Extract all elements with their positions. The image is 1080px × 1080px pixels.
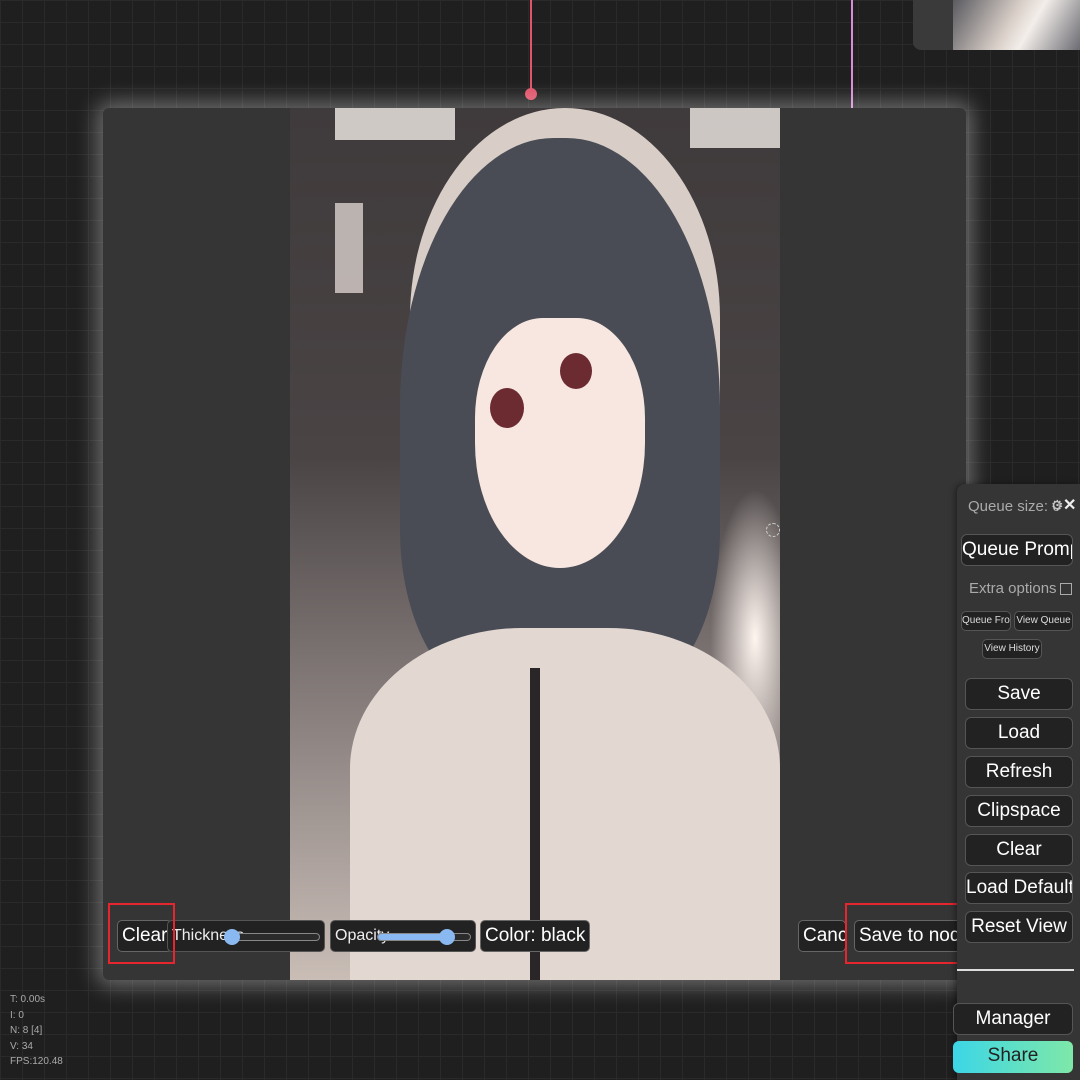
node-preview-thumbnail [913, 0, 1080, 50]
stat-nodes: N: 8 [4] [10, 1025, 43, 1036]
queue-front-button[interactable]: Queue Front [961, 611, 1011, 631]
stat-time: T: 0.00s [10, 994, 46, 1005]
cancel-button[interactable]: Cancel [798, 920, 846, 952]
graph-link-red [530, 0, 532, 96]
share-button[interactable]: Share [953, 1041, 1073, 1073]
render-stats: T: 0.00s I: 0 N: 8 [4] V: 34 FPS:120.48 [10, 992, 63, 1070]
opacity-slider-fill [378, 934, 447, 940]
brush-cursor [766, 523, 780, 537]
opacity-slider-thumb[interactable] [439, 929, 455, 945]
extra-options-label: Extra options [969, 580, 1057, 597]
clipspace-button[interactable]: Clipspace [965, 795, 1073, 827]
mask-canvas-image[interactable] [290, 108, 780, 980]
refresh-button[interactable]: Refresh [965, 756, 1073, 788]
graph-link-pink [851, 0, 853, 108]
extra-options-checkbox[interactable] [1059, 583, 1072, 596]
stat-i: I: 0 [10, 1009, 24, 1021]
extra-options-toggle[interactable]: Extra options [969, 580, 1072, 597]
clear-graph-button[interactable]: Clear [965, 834, 1073, 866]
gear-icon[interactable]: ⚙ [1051, 497, 1064, 514]
color-button[interactable]: Color: black [480, 920, 591, 952]
mask-editor-dialog: Clear Thickness Opacity Color: black Can… [103, 108, 966, 980]
panel-divider [957, 969, 1074, 971]
load-default-button[interactable]: Load Default [965, 872, 1073, 904]
load-button[interactable]: Load [965, 717, 1073, 749]
manager-button[interactable]: Manager [953, 1003, 1073, 1035]
queue-prompt-button[interactable]: Queue Prompt [961, 534, 1073, 566]
queue-size-label: Queue size: 0 [968, 498, 1061, 515]
reset-view-button[interactable]: Reset View [965, 911, 1073, 943]
save-to-node-button[interactable]: Save to node [854, 920, 966, 952]
graph-link-dot [525, 88, 537, 100]
save-button[interactable]: Save [965, 678, 1073, 710]
thickness-slider-group: Thickness [167, 920, 325, 952]
view-queue-button[interactable]: View Queue [1014, 611, 1073, 631]
view-history-button[interactable]: View History [982, 639, 1042, 659]
close-icon[interactable]: ✕ [1063, 495, 1076, 515]
opacity-slider[interactable] [377, 929, 471, 945]
clear-button[interactable]: Clear [117, 920, 173, 952]
thickness-slider-thumb[interactable] [223, 929, 240, 945]
stat-fps: FPS:120.48 [10, 1056, 63, 1067]
mask-toolbar: Clear Thickness Opacity Color: black Can… [103, 914, 966, 960]
queue-panel: Queue size: 0 ⚙ ✕ Queue Prompt Extra opt… [953, 484, 1080, 1080]
thickness-slider[interactable] [223, 929, 320, 945]
opacity-slider-group: Opacity [330, 920, 476, 952]
stat-v: V: 34 [10, 1040, 33, 1052]
